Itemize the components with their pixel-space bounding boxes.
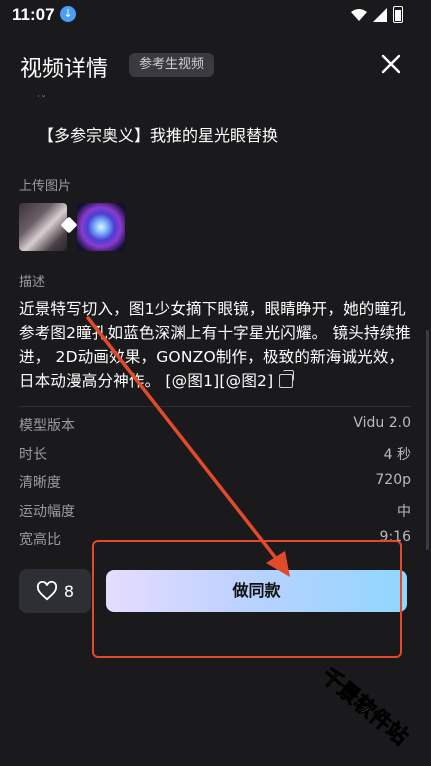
detail-content: ˙ˇ 【多参宗奥义】我推的星光眼替换 上传图片 描述 近景特写切入，图1少女摘下… bbox=[0, 95, 431, 555]
system-icons bbox=[351, 6, 403, 23]
uploaded-image-2[interactable] bbox=[77, 203, 125, 251]
spec-row-motion: 运动幅度 中 bbox=[19, 501, 411, 530]
spec-value: 4 秒 bbox=[383, 446, 411, 463]
watermark: 千景软件站 bbox=[316, 663, 413, 750]
battery-icon bbox=[393, 6, 403, 23]
spec-row-duration: 时长 4 秒 bbox=[19, 444, 411, 473]
page-title: 视频详情 bbox=[20, 57, 109, 82]
uploaded-image-1[interactable] bbox=[19, 203, 67, 251]
scrollbar[interactable] bbox=[426, 330, 429, 550]
prompt-title: 【多参宗奥义】我推的星光眼替换 bbox=[38, 126, 279, 145]
status-time: 11:07 bbox=[12, 5, 55, 24]
spec-row-resolution: 清晰度 720p bbox=[19, 472, 411, 501]
spec-label: 模型版本 bbox=[19, 418, 75, 434]
description-body: 近景特写切入，图1少女摘下眼镜，眼睛睁开，她的瞳孔参考图2瞳孔如蓝色深渊上有十字… bbox=[19, 300, 411, 390]
like-button[interactable]: 8 bbox=[19, 569, 91, 613]
status-bar: 11:07 ↓ bbox=[0, 0, 431, 30]
copy-icon[interactable] bbox=[279, 370, 295, 388]
wifi-icon bbox=[351, 8, 367, 21]
spec-label: 时长 bbox=[19, 446, 47, 463]
download-icon: ↓ bbox=[60, 6, 76, 22]
decorative-mark: ˙ˇ bbox=[36, 95, 46, 106]
header: 视频详情 参考生视频 bbox=[0, 40, 431, 90]
watermark-text: 千景软件站 bbox=[317, 663, 413, 749]
signal-icon bbox=[373, 7, 387, 22]
description-text: 近景特写切入，图1少女摘下眼镜，眼睛睁开，她的瞳孔参考图2瞳孔如蓝色深渊上有十字… bbox=[19, 297, 411, 393]
spec-value: 中 bbox=[397, 503, 411, 520]
spec-list: 模型版本 Vidu 2.0 时长 4 秒 清晰度 720p 运动幅度中 宽高比 9:16 bbox=[19, 415, 411, 555]
heart-icon bbox=[36, 581, 57, 601]
divider bbox=[19, 406, 411, 407]
spec-row-model: 模型版本 Vidu 2.0 bbox=[19, 415, 411, 444]
close-icon[interactable] bbox=[379, 52, 403, 76]
spec-value: 720p bbox=[375, 472, 411, 488]
spec-value: Vidu 2.0 bbox=[353, 415, 411, 431]
upload-images-label: 上传图片 bbox=[19, 179, 72, 194]
reference-video-badge: 参考生视频 bbox=[129, 53, 215, 77]
spec-label: 宽高比 bbox=[19, 532, 61, 548]
description-label: 描述 bbox=[19, 275, 46, 290]
spec-label: 运动幅度 bbox=[19, 503, 75, 520]
spec-label: 清晰度 bbox=[19, 475, 61, 491]
annotation-box bbox=[92, 540, 402, 658]
like-count: 8 bbox=[63, 581, 75, 601]
